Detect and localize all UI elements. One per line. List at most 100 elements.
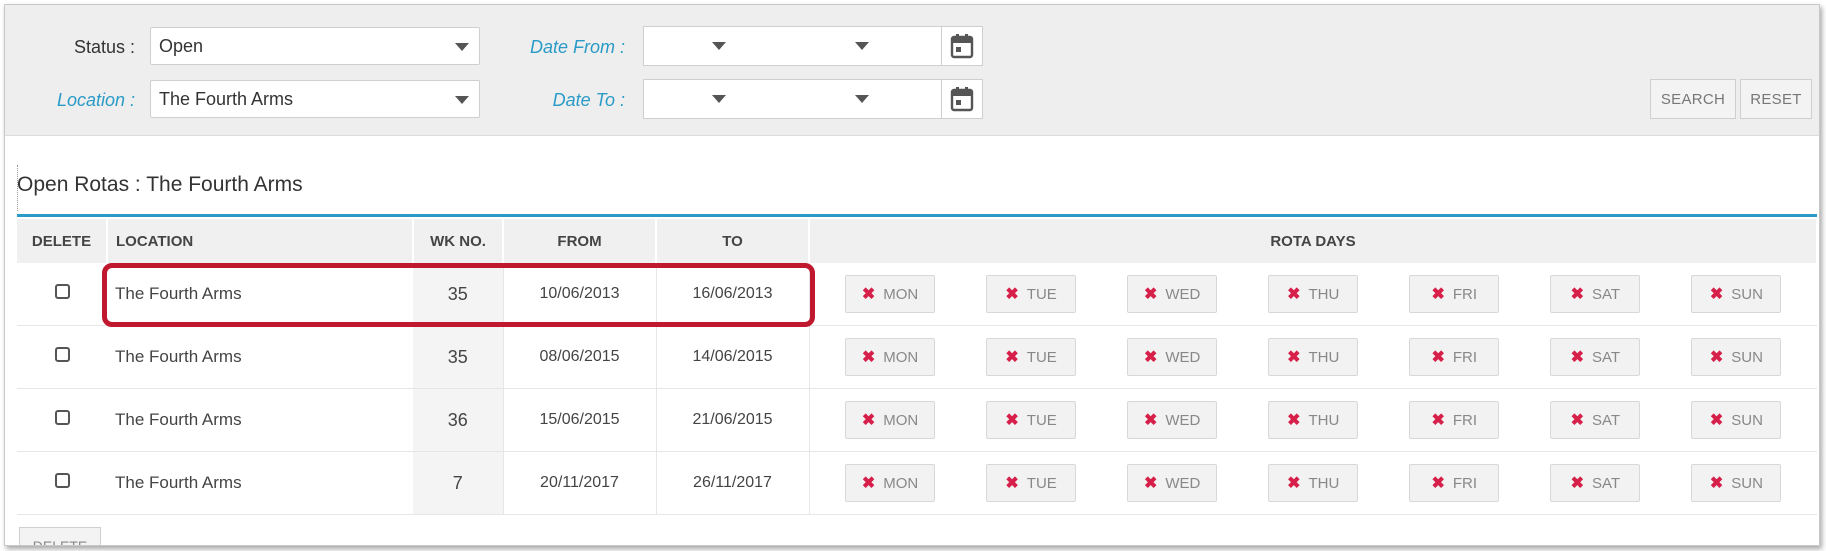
status-select[interactable]: Open xyxy=(150,27,480,65)
day-toggle-sun[interactable]: ✖ SUN xyxy=(1691,464,1782,502)
row-from: 20/11/2017 xyxy=(503,451,657,515)
status-label: Status : xyxy=(73,37,135,57)
close-icon: ✖ xyxy=(1709,286,1724,303)
close-icon: ✖ xyxy=(861,412,876,429)
close-icon: ✖ xyxy=(1005,412,1019,429)
table-row: The Fourth Arms 36 15/06/2015 21/06/2015… xyxy=(17,388,1817,452)
reset-button[interactable]: RESET xyxy=(1740,79,1812,119)
close-icon: ✖ xyxy=(1143,349,1158,366)
table-row: The Fourth Arms 7 20/11/2017 26/11/2017 … xyxy=(17,451,1817,515)
col-to: TO xyxy=(656,219,810,263)
day-toggle-thu[interactable]: ✖ THU xyxy=(1268,338,1359,376)
day-toggle-fri[interactable]: ✖ FRI xyxy=(1409,464,1500,502)
col-from: FROM xyxy=(503,219,657,263)
chevron-down-icon xyxy=(455,43,469,51)
day-toggle-thu[interactable]: ✖ THU xyxy=(1268,275,1359,313)
day-toggle-mon[interactable]: ✖ MON xyxy=(845,401,936,439)
row-rota-days: ✖ MON ✖ TUE ✖ WED ✖ THU ✖ FRI ✖ SAT ✖ SUN xyxy=(809,325,1817,389)
date-from-label: Date From : xyxy=(529,37,625,57)
day-toggle-fri[interactable]: ✖ FRI xyxy=(1409,401,1500,439)
location-select[interactable]: The Fourth Arms xyxy=(150,80,480,118)
close-icon: ✖ xyxy=(1570,286,1585,303)
day-toggle-fri[interactable]: ✖ FRI xyxy=(1409,275,1500,313)
close-icon: ✖ xyxy=(1143,475,1158,492)
row-wk-no: 35 xyxy=(413,263,504,326)
close-icon: ✖ xyxy=(1709,412,1724,429)
close-icon: ✖ xyxy=(1431,475,1445,492)
row-location: The Fourth Arms xyxy=(107,451,413,515)
day-toggle-wed[interactable]: ✖ WED xyxy=(1127,401,1218,439)
row-rota-days: ✖ MON ✖ TUE ✖ WED ✖ THU ✖ FRI ✖ SAT ✖ SUN xyxy=(809,388,1817,452)
row-wk-no: 7 xyxy=(413,451,504,515)
date-to-field[interactable] xyxy=(643,79,983,119)
date-from-field[interactable] xyxy=(643,26,983,66)
row-to: 14/06/2015 xyxy=(656,325,810,389)
close-icon: ✖ xyxy=(861,349,876,366)
col-location: LOCATION xyxy=(107,219,414,263)
close-icon: ✖ xyxy=(1570,412,1585,429)
day-toggle-mon[interactable]: ✖ MON xyxy=(845,275,936,313)
search-button[interactable]: SEARCH xyxy=(1650,79,1736,119)
day-toggle-sat[interactable]: ✖ SAT xyxy=(1550,401,1641,439)
close-icon: ✖ xyxy=(1709,349,1724,366)
row-rota-days: ✖ MON ✖ TUE ✖ WED ✖ THU ✖ FRI ✖ SAT ✖ SUN xyxy=(809,451,1817,515)
close-icon: ✖ xyxy=(1431,412,1445,429)
delete-checkbox[interactable] xyxy=(54,473,70,488)
close-icon: ✖ xyxy=(1570,475,1585,492)
calendar-icon xyxy=(950,87,974,112)
day-toggle-sat[interactable]: ✖ SAT xyxy=(1550,275,1641,313)
day-toggle-tue[interactable]: ✖ TUE xyxy=(986,401,1077,439)
day-toggle-tue[interactable]: ✖ TUE xyxy=(986,275,1077,313)
delete-checkbox[interactable] xyxy=(54,410,70,425)
day-toggle-sat[interactable]: ✖ SAT xyxy=(1550,464,1641,502)
close-icon: ✖ xyxy=(1005,349,1019,366)
date-to-label: Date To : xyxy=(552,90,625,110)
close-icon: ✖ xyxy=(1431,349,1445,366)
day-toggle-wed[interactable]: ✖ WED xyxy=(1127,275,1218,313)
chevron-down-icon[interactable] xyxy=(855,42,869,50)
location-value: The Fourth Arms xyxy=(159,89,294,109)
chevron-down-icon[interactable] xyxy=(712,95,726,103)
calendar-button[interactable] xyxy=(941,27,982,65)
close-icon: ✖ xyxy=(1287,349,1301,366)
close-icon: ✖ xyxy=(861,286,876,303)
day-toggle-sat[interactable]: ✖ SAT xyxy=(1550,338,1641,376)
row-to: 21/06/2015 xyxy=(656,388,810,452)
day-toggle-sun[interactable]: ✖ SUN xyxy=(1691,275,1782,313)
day-toggle-mon[interactable]: ✖ MON xyxy=(845,338,936,376)
close-icon: ✖ xyxy=(1143,286,1158,303)
chevron-down-icon[interactable] xyxy=(712,42,726,50)
day-toggle-mon[interactable]: ✖ MON xyxy=(845,464,936,502)
day-toggle-wed[interactable]: ✖ WED xyxy=(1127,338,1218,376)
status-value: Open xyxy=(159,36,204,56)
close-icon: ✖ xyxy=(1287,286,1301,303)
day-toggle-fri[interactable]: ✖ FRI xyxy=(1409,338,1500,376)
close-icon: ✖ xyxy=(1287,412,1301,429)
table-row: The Fourth Arms 35 10/06/2013 16/06/2013… xyxy=(17,263,1817,326)
close-icon: ✖ xyxy=(1143,412,1158,429)
row-location: The Fourth Arms xyxy=(107,388,413,452)
day-toggle-tue[interactable]: ✖ TUE xyxy=(986,338,1077,376)
location-label: Location : xyxy=(56,90,135,110)
day-toggle-thu[interactable]: ✖ THU xyxy=(1268,464,1359,502)
filter-bar: Status : Open Location : The Fourth Arms… xyxy=(5,5,1819,136)
day-toggle-thu[interactable]: ✖ THU xyxy=(1268,401,1359,439)
close-icon: ✖ xyxy=(1709,475,1724,492)
day-toggle-tue[interactable]: ✖ TUE xyxy=(986,464,1077,502)
close-icon: ✖ xyxy=(861,475,876,492)
delete-button[interactable]: DELETE xyxy=(19,527,101,545)
day-toggle-sun[interactable]: ✖ SUN xyxy=(1691,338,1782,376)
title-divider xyxy=(17,214,1817,217)
day-toggle-wed[interactable]: ✖ WED xyxy=(1127,464,1218,502)
close-icon: ✖ xyxy=(1005,475,1019,492)
page-title: Open Rotas : The Fourth Arms xyxy=(17,173,303,196)
col-wk-no: WK NO. xyxy=(413,219,504,263)
delete-checkbox[interactable] xyxy=(54,284,70,299)
delete-checkbox[interactable] xyxy=(54,347,70,362)
chevron-down-icon[interactable] xyxy=(855,95,869,103)
row-from: 08/06/2015 xyxy=(503,325,657,389)
day-toggle-sun[interactable]: ✖ SUN xyxy=(1691,401,1782,439)
col-delete: DELETE xyxy=(17,219,108,263)
row-from: 10/06/2013 xyxy=(503,263,657,326)
calendar-button[interactable] xyxy=(941,80,982,118)
